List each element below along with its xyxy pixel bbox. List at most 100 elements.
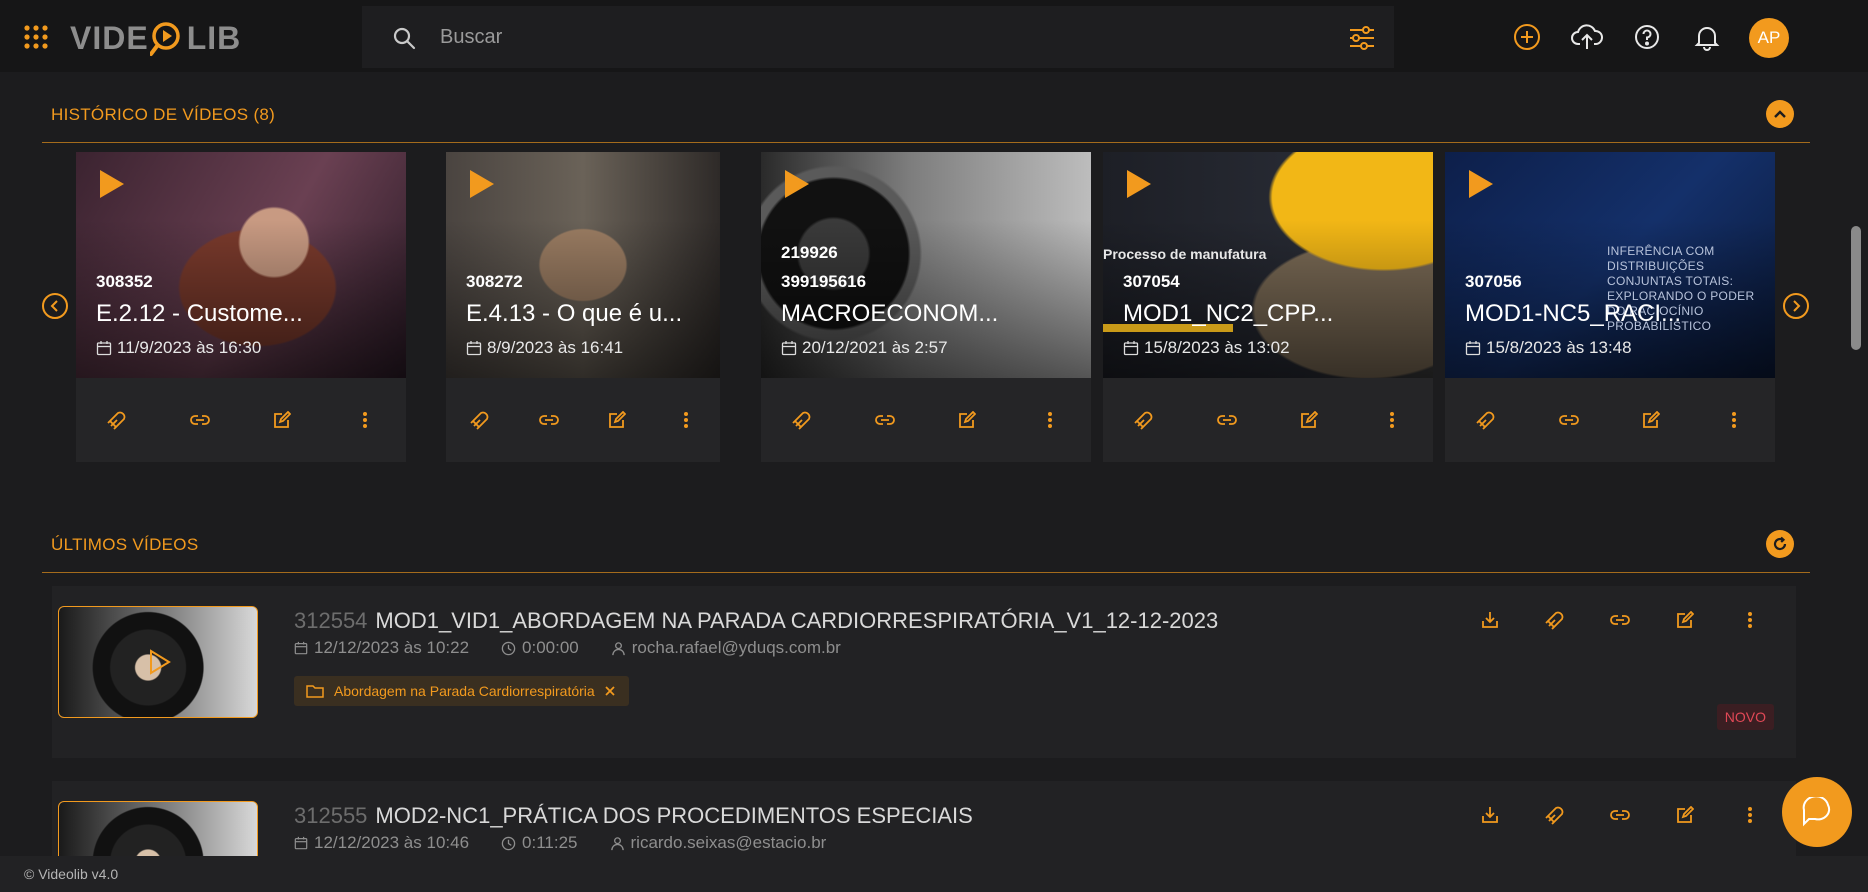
- latest-divider: [42, 572, 1810, 573]
- more-vertical-icon[interactable]: [1722, 408, 1746, 432]
- row-date: 12/12/2023 às 10:22: [294, 638, 469, 658]
- download-icon[interactable]: [1478, 803, 1502, 827]
- add-circle-icon[interactable]: [1512, 22, 1542, 52]
- video-thumbnail[interactable]: 308272 E.4.13 - O que é u... 8/9/2023 às…: [446, 152, 720, 378]
- refresh-button[interactable]: [1766, 530, 1794, 558]
- more-vertical-icon[interactable]: [353, 408, 377, 432]
- search-icon[interactable]: [392, 26, 416, 50]
- video-title: E.2.12 - Custome...: [96, 300, 303, 327]
- link-icon[interactable]: [537, 408, 561, 432]
- play-icon[interactable]: [783, 168, 811, 200]
- more-vertical-icon[interactable]: [1380, 408, 1404, 432]
- search-input[interactable]: [440, 20, 1300, 54]
- row-video-thumbnail[interactable]: [58, 606, 258, 718]
- video-id: 307056: [1465, 272, 1522, 291]
- play-icon[interactable]: [98, 168, 126, 200]
- video-id: 307054: [1123, 272, 1180, 291]
- remove-tag-icon[interactable]: [605, 686, 615, 696]
- row-duration: 0:11:25: [501, 833, 578, 853]
- card-actions: [761, 378, 1091, 462]
- filter-sliders-icon[interactable]: [1348, 25, 1376, 51]
- link-icon[interactable]: [1215, 408, 1239, 432]
- magnet-icon[interactable]: [790, 408, 814, 432]
- history-card[interactable]: 308352 E.2.12 - Custome... 11/9/2023 às …: [76, 152, 406, 462]
- video-date: 15/8/2023 às 13:02: [1123, 338, 1290, 358]
- bell-icon[interactable]: [1692, 22, 1722, 52]
- magnet-icon[interactable]: [468, 408, 492, 432]
- edit-icon[interactable]: [1639, 408, 1663, 432]
- edit-icon[interactable]: [955, 408, 979, 432]
- video-thumbnail[interactable]: 308352 E.2.12 - Custome... 11/9/2023 às …: [76, 152, 406, 378]
- more-vertical-icon[interactable]: [674, 408, 698, 432]
- history-card[interactable]: Processo de manufatura 307054 MOD1_NC2_C…: [1103, 152, 1433, 462]
- video-list-row[interactable]: 312554 MOD1_VID1_ABORDAGEM NA PARADA CARD…: [52, 586, 1796, 758]
- link-icon[interactable]: [1557, 408, 1581, 432]
- video-thumbnail[interactable]: Processo de manufatura 307054 MOD1_NC2_C…: [1103, 152, 1433, 378]
- cloud-upload-icon[interactable]: [1571, 22, 1603, 52]
- edit-icon[interactable]: [270, 408, 294, 432]
- edit-icon[interactable]: [1673, 608, 1697, 632]
- scrollbar-thumb[interactable]: [1851, 226, 1861, 350]
- row-video-title[interactable]: MOD2-NC1_PRÁTICA DOS PROCEDIMENTOS ESPEC…: [375, 803, 972, 828]
- folder-tag[interactable]: Abordagem na Parada Cardiorrespiratória: [294, 676, 629, 706]
- magnet-icon[interactable]: [1132, 408, 1156, 432]
- magnet-icon[interactable]: [105, 408, 129, 432]
- magnet-icon[interactable]: [1474, 408, 1498, 432]
- play-icon[interactable]: [1125, 168, 1153, 200]
- download-icon[interactable]: [1478, 608, 1502, 632]
- more-vertical-icon[interactable]: [1738, 608, 1762, 632]
- history-card[interactable]: 308272 E.4.13 - O que é u... 8/9/2023 às…: [446, 152, 720, 462]
- calendar-icon: [1123, 341, 1139, 356]
- clock-icon: [501, 641, 516, 655]
- calendar-icon: [96, 341, 112, 356]
- edit-icon[interactable]: [605, 408, 629, 432]
- video-thumbnail[interactable]: INFERÊNCIA COM DISTRIBUIÇÕES CONJUNTAS T…: [1445, 152, 1775, 378]
- user-avatar[interactable]: AP: [1749, 18, 1789, 58]
- row-video-title[interactable]: MOD1_VID1_ABORDAGEM NA PARADA CARDIORRES…: [375, 608, 1218, 633]
- chat-support-button[interactable]: [1782, 777, 1852, 847]
- more-vertical-icon[interactable]: [1738, 803, 1762, 827]
- history-divider: [42, 142, 1810, 143]
- user-icon: [610, 836, 624, 850]
- magnet-icon[interactable]: [1543, 608, 1567, 632]
- help-circle-icon[interactable]: [1632, 22, 1662, 52]
- history-section-title: HISTÓRICO DE VÍDEOS (8): [51, 105, 276, 124]
- video-date: 8/9/2023 às 16:41: [466, 338, 623, 358]
- video-id: 308272: [466, 272, 523, 291]
- edit-icon[interactable]: [1297, 408, 1321, 432]
- clock-icon: [501, 836, 516, 850]
- row-meta: 12/12/2023 às 10:46 0:11:25 ricardo.seix…: [294, 833, 858, 853]
- link-icon[interactable]: [873, 408, 897, 432]
- footer-version: © Videolib v4.0: [24, 866, 119, 882]
- row-date: 12/12/2023 às 10:46: [294, 833, 469, 853]
- video-date: 11/9/2023 às 16:30: [96, 338, 261, 358]
- history-card[interactable]: 219926 399195616 MACROECONOM... 20/12/20…: [761, 152, 1091, 462]
- link-icon[interactable]: [188, 408, 212, 432]
- magnet-icon[interactable]: [1543, 803, 1567, 827]
- video-title: MACROECONOM...: [781, 300, 999, 327]
- videolib-logo[interactable]: VIDE LIB: [70, 18, 241, 58]
- carousel-next-button[interactable]: [1783, 293, 1809, 319]
- collapse-history-button[interactable]: [1766, 100, 1794, 128]
- link-icon[interactable]: [1608, 803, 1632, 827]
- user-icon: [611, 641, 625, 655]
- video-id-secondary: 219926: [781, 243, 838, 262]
- apps-grid-icon[interactable]: [24, 25, 48, 49]
- page-scrollbar[interactable]: [1846, 72, 1868, 856]
- card-actions: [1103, 378, 1433, 462]
- history-card[interactable]: INFERÊNCIA COM DISTRIBUIÇÕES CONJUNTAS T…: [1445, 152, 1775, 462]
- row-heading: 312555 MOD2-NC1_PRÁTICA DOS PROCEDIMENTOS…: [294, 803, 973, 829]
- row-meta: 12/12/2023 às 10:22 0:00:00 rocha.rafael…: [294, 638, 873, 658]
- card-actions: [446, 378, 720, 462]
- play-icon: [150, 649, 171, 675]
- carousel-prev-button[interactable]: [42, 293, 68, 319]
- video-list-row[interactable]: 312555 MOD2-NC1_PRÁTICA DOS PROCEDIMENTOS…: [52, 781, 1796, 892]
- play-icon[interactable]: [1467, 168, 1495, 200]
- new-badge: NOVO: [1716, 704, 1774, 730]
- link-icon[interactable]: [1608, 608, 1632, 632]
- more-vertical-icon[interactable]: [1038, 408, 1062, 432]
- play-icon[interactable]: [468, 168, 496, 200]
- edit-icon[interactable]: [1673, 803, 1697, 827]
- card-actions: [1445, 378, 1775, 462]
- video-thumbnail[interactable]: 219926 399195616 MACROECONOM... 20/12/20…: [761, 152, 1091, 378]
